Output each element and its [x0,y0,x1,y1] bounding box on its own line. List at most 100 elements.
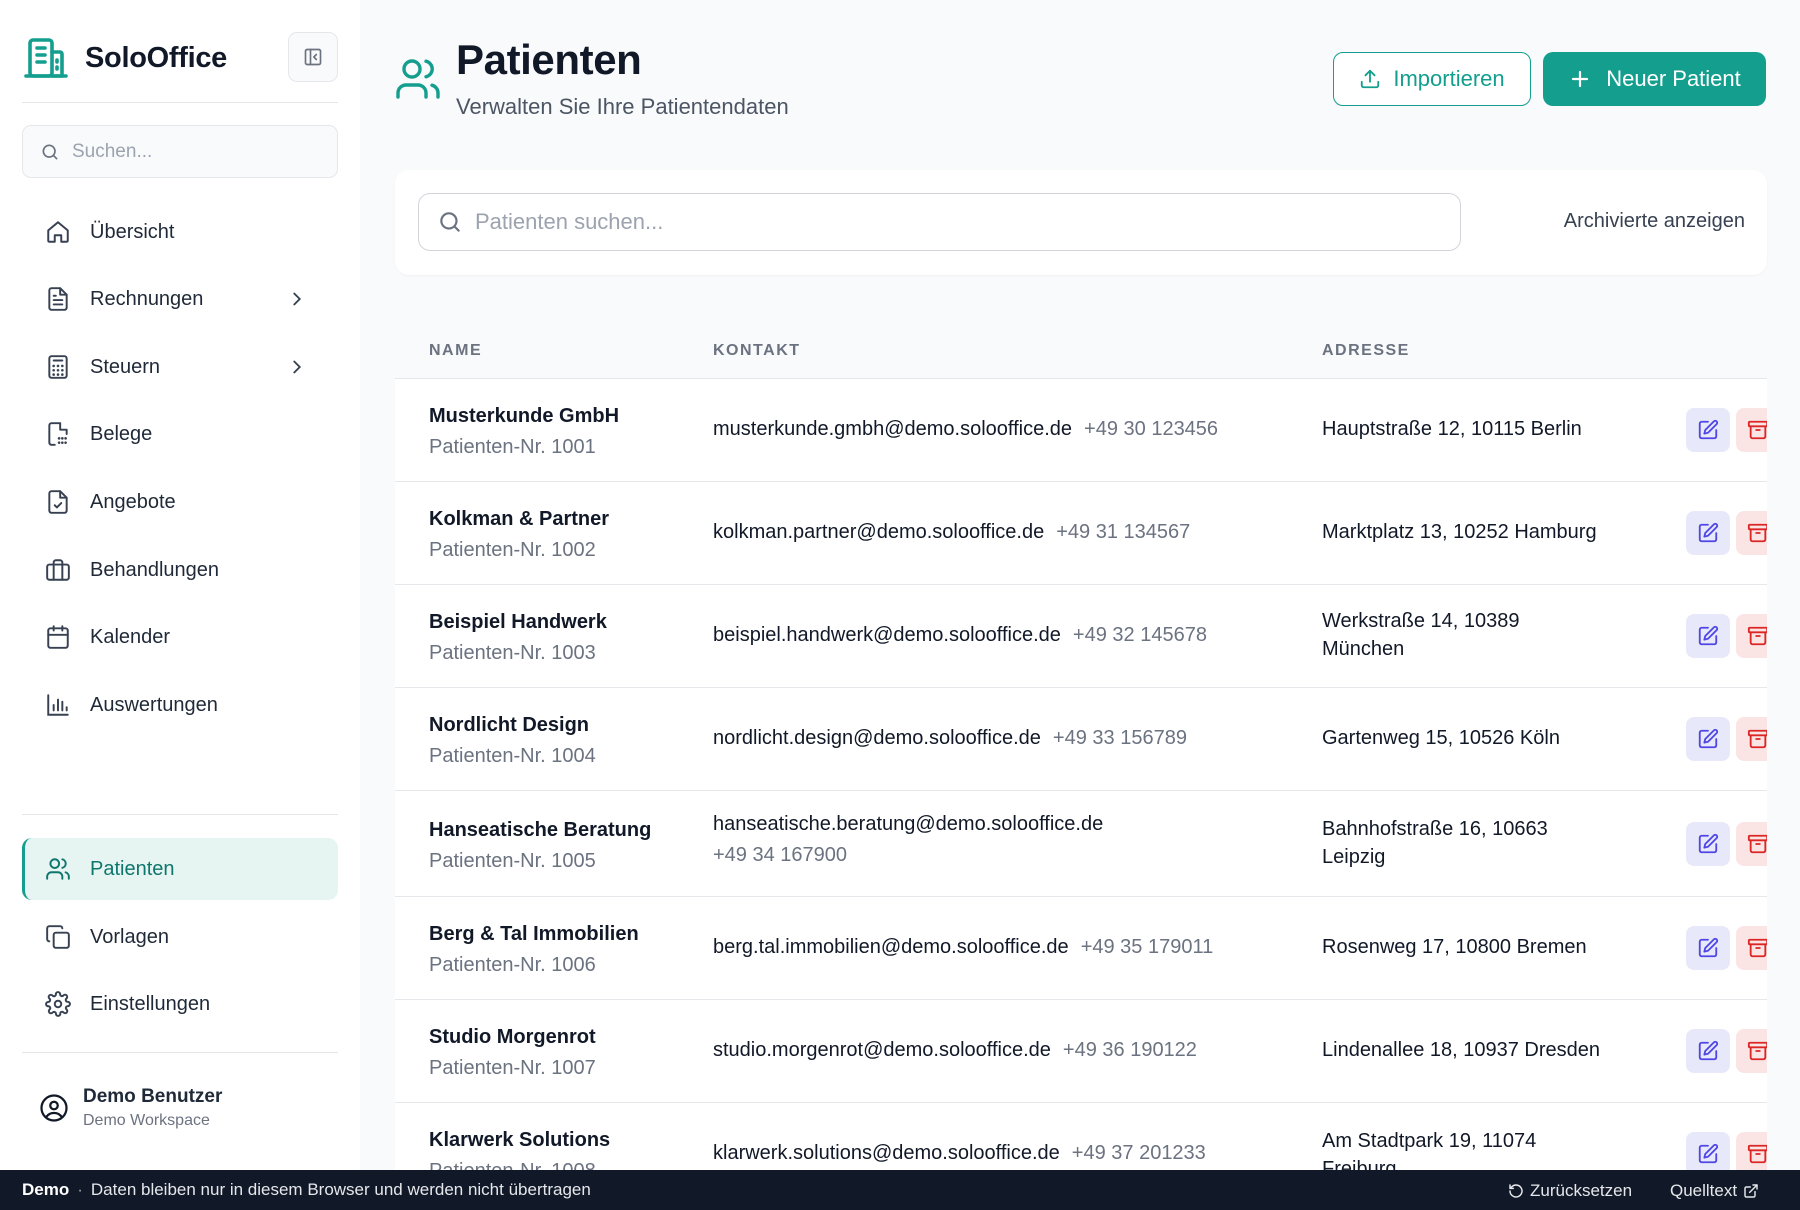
edit-icon [1698,937,1719,958]
edit-button[interactable] [1686,1029,1730,1073]
sidebar-item-label: Kalender [90,625,171,648]
patient-email[interactable]: berg.tal.immobilien@demo.solooffice.de [713,936,1069,958]
patient-number: Patienten-Nr. 1006 [429,954,596,976]
patient-phone[interactable]: +49 31 134567 [1056,521,1190,543]
sidebar-item-behandlungen[interactable]: Behandlungen [22,539,338,601]
sidebar-item-label: Übersicht [90,220,175,243]
patient-email[interactable]: kolkman.partner@demo.solooffice.de [713,521,1044,543]
patient-address: Marktplatz 13, 10252 Hamburg [1322,521,1597,543]
patient-email[interactable]: klarwerk.solutions@demo.solooffice.de [713,1142,1060,1164]
table-header: NAME KONTAKT ADRESSE [395,322,1767,378]
building-logo-icon [22,34,70,82]
patient-phone[interactable]: +49 32 145678 [1073,624,1207,646]
sidebar-item-label: Auswertungen [90,693,218,716]
edit-button[interactable] [1686,408,1730,452]
search-icon [42,144,58,159]
sidebar-item-rechnungen[interactable]: Rechnungen [22,268,338,330]
sidebar-collapse-icon [304,48,322,66]
user-profile[interactable]: Demo Benutzer Demo Workspace [22,1078,338,1138]
user-name: Demo Benutzer [83,1086,223,1107]
sidebar-search-input[interactable] [72,140,312,163]
reset-button[interactable]: Zurücksetzen [1502,1181,1632,1201]
table-row[interactable]: Musterkunde GmbH Patienten-Nr. 1001 must… [395,378,1767,481]
patient-name: Studio Morgenrot [429,1026,596,1048]
archive-button[interactable] [1736,511,1767,555]
archive-icon [1747,420,1767,440]
calendar-icon [44,623,72,651]
patient-email[interactable]: studio.morgenrot@demo.solooffice.de [713,1039,1051,1061]
show-archived-toggle[interactable]: Archivierte anzeigen [1564,210,1745,233]
bar-chart-icon [44,691,72,719]
archive-button[interactable] [1736,408,1767,452]
patient-number: Patienten-Nr. 1001 [429,436,596,458]
patient-email[interactable]: hanseatische.beratung@demo.solooffice.de [713,813,1103,835]
sidebar-item-label: Vorlagen [90,925,169,948]
sidebar-item-label: Patienten [90,857,175,880]
sidebar-item-steuern[interactable]: Steuern [22,336,338,398]
table-row[interactable]: Studio Morgenrot Patienten-Nr. 1007 stud… [395,999,1767,1102]
edit-button[interactable] [1686,822,1730,866]
user-workspace: Demo Workspace [83,1112,210,1129]
sidebar-item-angebote[interactable]: Angebote [22,471,338,533]
archive-button[interactable] [1736,926,1767,970]
main-content: Patienten Verwalten Sie Ihre Patientenda… [360,0,1800,1210]
edit-icon [1698,625,1719,646]
sidebar-search[interactable] [22,125,338,178]
sidebar-item-label: Angebote [90,490,176,513]
sidebar-item-belege[interactable]: Belege [22,403,338,465]
patient-phone[interactable]: +49 33 156789 [1053,727,1187,749]
sidebar-item-label: Steuern [90,355,161,378]
archive-icon [1747,834,1767,854]
patient-email[interactable]: musterkunde.gmbh@demo.solooffice.de [713,418,1072,440]
sidebar-item-kalender[interactable]: Kalender [22,606,338,668]
reset-button-label: Zurücksetzen [1530,1181,1633,1200]
sidebar-item-label: Belege [90,422,153,445]
copy-icon [44,923,72,951]
source-link[interactable]: Quelltext [1670,1181,1765,1201]
table-row[interactable]: Hanseatische Beratung Patienten-Nr. 1005… [395,790,1767,896]
collapse-sidebar-button[interactable] [288,32,338,82]
divider [22,1052,338,1053]
patient-phone[interactable]: +49 34 167900 [713,844,1103,867]
sidebar-item-einstellungen[interactable]: Einstellungen [22,973,338,1035]
calculator-icon [44,353,72,381]
sidebar-item-patienten[interactable]: Patienten [22,838,338,900]
patient-phone[interactable]: +49 30 123456 [1084,418,1218,440]
patient-number: Patienten-Nr. 1003 [429,642,596,664]
edit-button[interactable] [1686,614,1730,658]
edit-button[interactable] [1686,717,1730,761]
table-row[interactable]: Kolkman & Partner Patienten-Nr. 1002 kol… [395,481,1767,584]
search-icon [440,212,460,232]
patient-number: Patienten-Nr. 1007 [429,1057,596,1079]
patient-email[interactable]: nordlicht.design@demo.solooffice.de [713,727,1041,749]
table-row[interactable]: Beispiel Handwerk Patienten-Nr. 1003 bei… [395,584,1767,687]
new-patient-button[interactable]: Neuer Patient [1543,52,1766,106]
import-button[interactable]: Importieren [1333,52,1531,106]
app-name: SoloOffice [85,41,228,74]
sidebar-item-vorlagen[interactable]: Vorlagen [22,906,338,968]
patient-phone[interactable]: +49 37 201233 [1072,1142,1206,1164]
patient-search-input[interactable] [475,209,1425,235]
import-button-label: Importieren [1393,66,1505,91]
edit-button[interactable] [1686,926,1730,970]
demo-message: Daten bleiben nur in diesem Browser und … [90,1180,591,1199]
source-link-label: Quelltext [1670,1181,1738,1200]
sidebar-item-uebersicht[interactable]: Übersicht [22,201,338,263]
archive-button[interactable] [1736,822,1767,866]
patients-table: NAME KONTAKT ADRESSE Musterkunde GmbH Pa… [395,322,1767,1210]
edit-button[interactable] [1686,511,1730,555]
patient-phone[interactable]: +49 36 190122 [1063,1039,1197,1061]
patient-email[interactable]: beispiel.handwerk@demo.solooffice.de [713,624,1061,646]
sidebar-item-auswertungen[interactable]: Auswertungen [22,674,338,736]
table-row[interactable]: Berg & Tal Immobilien Patienten-Nr. 1006… [395,896,1767,999]
archive-button[interactable] [1736,614,1767,658]
archive-button[interactable] [1736,1029,1767,1073]
demo-tag: Demo [22,1180,70,1199]
patient-name: Hanseatische Beratung [429,819,652,841]
chevron-right-icon [293,360,302,374]
archive-button[interactable] [1736,717,1767,761]
patient-search[interactable] [418,193,1461,251]
patient-phone[interactable]: +49 35 179011 [1081,936,1214,958]
users-icon [394,55,442,103]
table-row[interactable]: Nordlicht Design Patienten-Nr. 1004 nord… [395,687,1767,790]
